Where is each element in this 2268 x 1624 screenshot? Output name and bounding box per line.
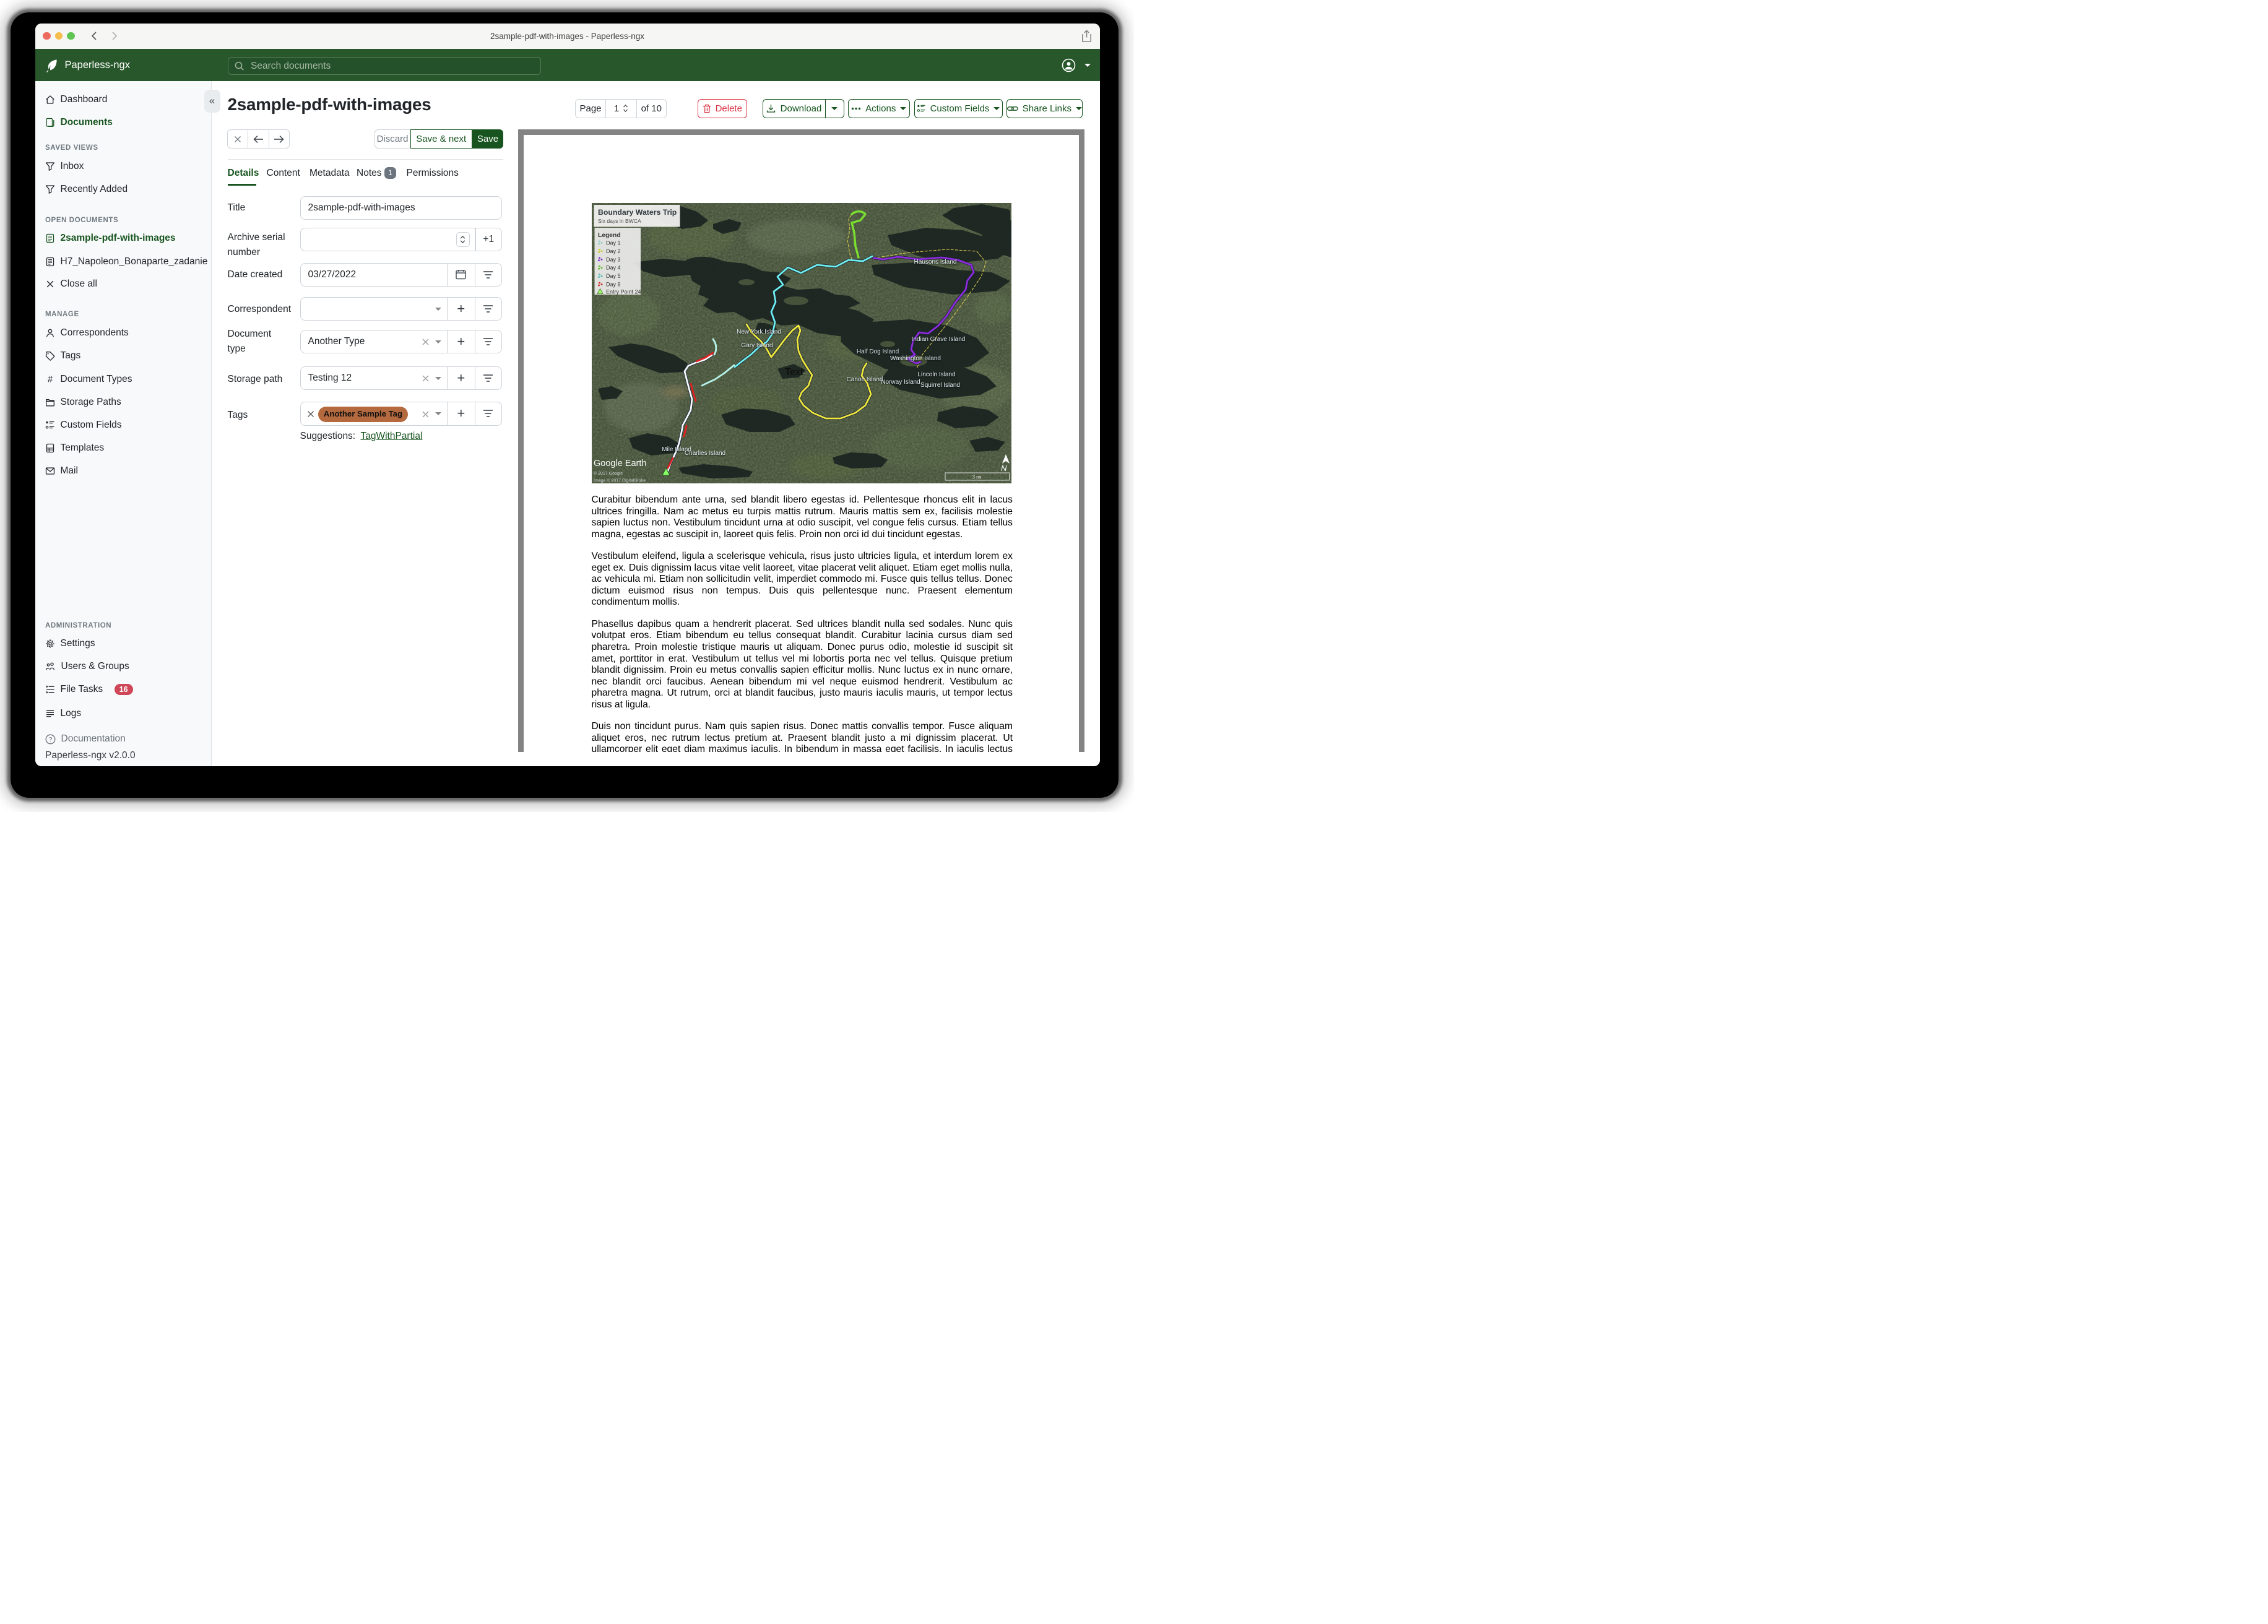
svg-text:N: N: [1001, 464, 1007, 473]
svg-text:Day 1: Day 1: [606, 240, 621, 246]
svg-text:Lincoln Island: Lincoln Island: [917, 371, 955, 378]
svg-text:Google Earth: Google Earth: [594, 459, 646, 469]
svg-text:?: ?: [49, 736, 53, 743]
svg-text:3 mi: 3 mi: [972, 475, 981, 480]
svg-text:Day 5: Day 5: [606, 273, 621, 279]
svg-text:Washington Island: Washington Island: [890, 355, 941, 362]
svg-text:Day 6: Day 6: [606, 282, 621, 288]
svg-text:Text: Text: [785, 367, 803, 378]
svg-text:Indian Grave Island: Indian Grave Island: [911, 336, 965, 343]
svg-text:Six days in BWCA: Six days in BWCA: [598, 218, 641, 224]
svg-text:Image © 2017 DigitalGlobe: Image © 2017 DigitalGlobe: [594, 478, 646, 483]
svg-text:Boundary Waters Trip: Boundary Waters Trip: [598, 208, 677, 217]
svg-text:Canoe Island: Canoe Island: [846, 376, 883, 383]
svg-text:Charlies Island: Charlies Island: [684, 450, 725, 457]
svg-text:Day 3: Day 3: [606, 256, 621, 262]
svg-text:Day 4: Day 4: [606, 265, 621, 271]
svg-text:Norway Island: Norway Island: [881, 379, 920, 386]
svg-text:Day 2: Day 2: [606, 248, 621, 254]
svg-text:© 2017 Google: © 2017 Google: [594, 471, 623, 476]
svg-text:Legend: Legend: [598, 232, 621, 239]
svg-text:Hausons Island: Hausons Island: [914, 259, 956, 266]
svg-text:#: #: [48, 374, 53, 384]
svg-text:Half Dog Island: Half Dog Island: [856, 348, 898, 355]
svg-text:Squirrel Island: Squirrel Island: [920, 382, 960, 389]
svg-text:Gary Island: Gary Island: [741, 342, 773, 349]
svg-text:New York Island: New York Island: [737, 329, 781, 335]
svg-text:Entry Point 24: Entry Point 24: [606, 289, 641, 295]
